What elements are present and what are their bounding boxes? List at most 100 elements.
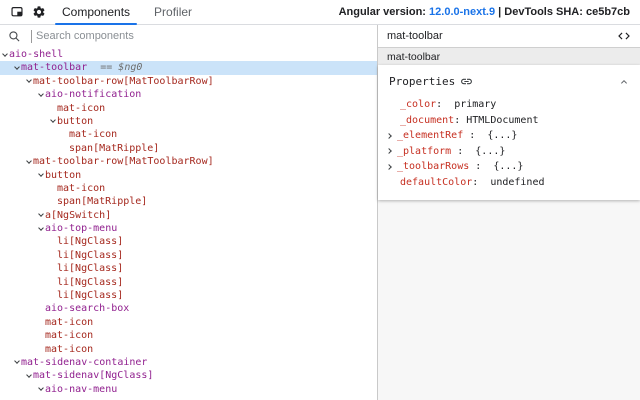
tree-row[interactable]: aio-notification (0, 88, 377, 101)
tree-row[interactable]: li[NgClass] (0, 276, 377, 289)
collapse-section-button[interactable] (618, 76, 630, 88)
chevron-down-icon[interactable] (24, 369, 33, 383)
property-separator: : (451, 146, 475, 157)
chevron-down-icon[interactable] (36, 88, 45, 102)
chevron-down-icon[interactable] (36, 169, 45, 183)
tree-node-label: mat-icon (57, 103, 105, 114)
tree-row[interactable]: mat-sidenav-container (0, 356, 377, 369)
tree-row[interactable]: mat-icon (0, 316, 377, 329)
chevron-down-icon[interactable] (12, 356, 21, 370)
tree-row[interactable]: button (0, 169, 377, 182)
tree-node-label: mat-icon (45, 317, 93, 328)
property-name: _toolbarRows (397, 161, 469, 172)
tree-node-label: aio-nav-menu (45, 384, 117, 395)
tree-row[interactable]: mat-toolbar== $ng0 (0, 61, 377, 74)
tree-row[interactable]: li[NgClass] (0, 289, 377, 302)
tree-node-label: li[NgClass] (57, 277, 123, 288)
tree-row[interactable]: li[NgClass] (0, 262, 377, 275)
chevron-down-icon[interactable] (48, 115, 57, 129)
view-source-button[interactable] (617, 29, 631, 43)
tab-profiler[interactable]: Profiler (142, 0, 204, 25)
settings-button[interactable] (28, 0, 50, 24)
tab-components[interactable]: Components (50, 0, 142, 25)
tree-node-label: mat-icon (57, 183, 105, 194)
tree-row[interactable]: mat-icon (0, 102, 377, 115)
tree-row[interactable]: mat-icon (0, 128, 377, 141)
breadcrumb: mat-toolbar (378, 47, 640, 65)
tree-row[interactable]: mat-icon (0, 343, 377, 356)
properties-card-header: Properties (378, 69, 640, 97)
chevron-right-icon[interactable] (387, 144, 397, 160)
property-row[interactable]: _platform : {...} (378, 144, 640, 160)
property-name: _color (400, 99, 436, 110)
tree-row[interactable]: mat-icon (0, 329, 377, 342)
tree-node-label: span[MatRipple] (69, 143, 159, 154)
devtools-topbar: Components Profiler Angular version: 12.… (0, 0, 640, 25)
tree-row[interactable]: span[MatRipple] (0, 142, 377, 155)
tree-row[interactable]: mat-toolbar-row[MatToolbarRow] (0, 155, 377, 168)
code-icon (617, 29, 631, 43)
link-icon[interactable] (460, 75, 473, 88)
chevron-down-icon[interactable] (36, 222, 45, 236)
tree-row[interactable]: aio-shell (0, 48, 377, 61)
tree-row[interactable]: mat-toolbar-row[MatToolbarRow] (0, 75, 377, 88)
gear-icon (32, 5, 46, 19)
devtools-sha: | DevTools SHA: ce5b7cb (495, 6, 630, 18)
inspector-header: mat-toolbar (378, 25, 640, 47)
tree-node-label: mat-toolbar-row[MatToolbarRow] (33, 76, 214, 87)
chevron-down-icon[interactable] (24, 75, 33, 89)
property-value: {...} (493, 161, 523, 172)
properties-list: _color: primary_document: HTMLDocument_e… (378, 97, 640, 190)
tree-row[interactable]: button (0, 115, 377, 128)
tree-node-label: li[NgClass] (57, 290, 123, 301)
component-tree: aio-shellmat-toolbar== $ng0 mat-toolbar-r… (0, 47, 377, 400)
tree-row[interactable]: li[NgClass] (0, 235, 377, 248)
version-prefix: Angular version: (339, 6, 429, 18)
inspect-element-button[interactable] (6, 0, 28, 24)
property-value: {...} (475, 146, 505, 157)
tree-node-label: mat-toolbar (21, 62, 87, 73)
tree-row[interactable]: mat-icon (0, 182, 377, 195)
tree-node-label: li[NgClass] (57, 250, 123, 261)
property-name: _document (400, 115, 454, 126)
chevron-down-icon[interactable] (0, 48, 9, 62)
property-row[interactable]: _color: primary (378, 97, 640, 113)
chevron-down-icon[interactable] (36, 209, 45, 223)
tree-row[interactable]: mat-sidenav[NgClass] (0, 369, 377, 382)
inspector-title: mat-toolbar (387, 30, 443, 42)
tree-node-label: mat-icon (45, 330, 93, 341)
property-separator: : (469, 161, 493, 172)
property-row[interactable]: _document: HTMLDocument (378, 113, 640, 129)
chevron-right-icon[interactable] (387, 159, 397, 175)
tree-node-label: mat-toolbar-row[MatToolbarRow] (33, 156, 214, 167)
property-row[interactable]: _toolbarRows : {...} (378, 159, 640, 175)
tree-node-label: aio-shell (9, 49, 63, 60)
breadcrumb-item[interactable]: mat-toolbar (387, 51, 440, 63)
property-value: HTMLDocument (466, 115, 538, 126)
property-row[interactable]: _elementRef : {...} (378, 128, 640, 144)
chevron-down-icon[interactable] (12, 61, 21, 75)
tree-node-label: button (57, 116, 93, 127)
tree-row[interactable]: aio-nav-menu (0, 383, 377, 396)
property-name: _elementRef (397, 130, 463, 141)
properties-section-title: Properties (389, 75, 455, 88)
angular-version-value: 12.0.0-next.9 (429, 6, 495, 18)
tree-row[interactable]: li[NgClass] (0, 249, 377, 262)
tree-row[interactable]: aio-search-box (0, 302, 377, 315)
properties-card: Properties _color: primary_document: HTM… (378, 65, 640, 200)
chevron-right-icon[interactable] (387, 128, 397, 144)
chevron-down-icon[interactable] (24, 155, 33, 169)
property-value: undefined (490, 177, 544, 188)
chevron-down-icon[interactable] (36, 383, 45, 397)
property-separator: : (463, 130, 487, 141)
tree-row[interactable]: span[MatRipple] (0, 195, 377, 208)
tree-row[interactable]: aio-top-menu (0, 222, 377, 235)
property-separator: : (436, 99, 454, 110)
search-input[interactable] (33, 30, 369, 42)
main-split: aio-shellmat-toolbar== $ng0 mat-toolbar-r… (0, 25, 640, 400)
property-row[interactable]: defaultColor: undefined (378, 175, 640, 191)
property-value: primary (454, 99, 496, 110)
property-name: _platform (397, 146, 451, 157)
tree-row[interactable]: a[NgSwitch] (0, 209, 377, 222)
tree-node-label: a[NgSwitch] (45, 210, 111, 221)
